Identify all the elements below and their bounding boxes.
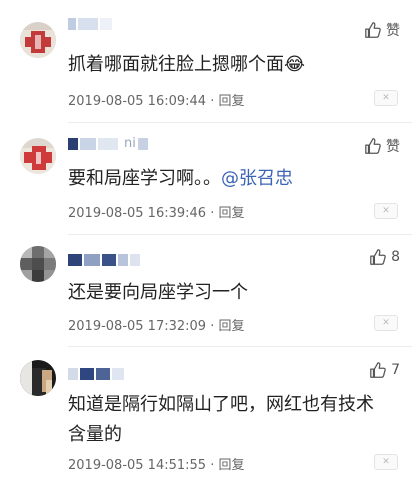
avatar-red-cross-icon <box>20 138 56 174</box>
username-blurred[interactable]: ni <box>68 137 148 150</box>
thumbs-up-icon <box>370 249 386 265</box>
dismiss-button[interactable]: ✕ <box>374 454 398 470</box>
like-button[interactable]: 8 <box>369 248 400 266</box>
comment-text: 要和局座学习啊。。@张召忠 <box>68 168 293 189</box>
like-count: 8 <box>391 249 400 265</box>
thumbs-up-icon <box>370 362 386 378</box>
user-avatar[interactable] <box>20 22 56 58</box>
reply-button[interactable]: 回复 <box>218 206 244 221</box>
user-avatar[interactable] <box>20 246 56 282</box>
username-blurred[interactable] <box>68 368 124 380</box>
like-button[interactable]: 赞 <box>364 20 400 40</box>
timestamp: 2019-08-05 16:39:46 <box>68 206 207 221</box>
comment-text: 知道是隔行如隔山了吧，网红也有技术 含量的 <box>68 394 374 445</box>
timestamp: 2019-08-05 16:09:44 <box>68 94 207 109</box>
username-blurred[interactable] <box>68 18 112 30</box>
dismiss-button[interactable]: ✕ <box>374 203 398 219</box>
laughing-crying-emoji-icon: 😂 <box>284 54 306 75</box>
divider <box>68 122 412 123</box>
dismiss-button[interactable]: ✕ <box>374 315 398 331</box>
reply-button[interactable]: 回复 <box>218 94 244 109</box>
like-button[interactable]: 7 <box>369 361 400 379</box>
divider <box>68 346 412 347</box>
username-blurred[interactable] <box>68 254 140 266</box>
comment-text: 抓着哪面就往脸上摁哪个面😂 <box>68 54 306 75</box>
avatar-red-cross-icon <box>20 22 56 58</box>
like-button[interactable]: 赞 <box>364 136 400 156</box>
user-avatar[interactable] <box>20 138 56 174</box>
thumbs-up-icon <box>365 22 381 38</box>
avatar-gray-mosaic-icon <box>20 246 56 282</box>
divider <box>68 234 412 235</box>
close-icon: ✕ <box>382 318 390 328</box>
comment-meta: 2019-08-05 17:32:09 · 回复 <box>68 319 245 334</box>
close-icon: ✕ <box>382 457 390 467</box>
thumbs-up-icon <box>365 138 381 154</box>
close-icon: ✕ <box>382 206 390 216</box>
comment-meta: 2019-08-05 16:39:46 · 回复 <box>68 206 245 221</box>
comment-list: 赞 抓着哪面就往脸上摁哪个面😂 2019-08-05 16:09:44 · 回复… <box>0 0 412 485</box>
avatar-dark-figure-icon <box>20 360 56 396</box>
dismiss-button[interactable]: ✕ <box>374 90 398 106</box>
like-count: 7 <box>391 362 400 378</box>
timestamp: 2019-08-05 17:32:09 <box>68 319 207 334</box>
comment-text: 还是要向局座学习一个 <box>68 282 248 303</box>
mention-link[interactable]: @张召忠 <box>221 168 293 189</box>
comment-meta: 2019-08-05 14:51:55 · 回复 <box>68 458 245 473</box>
like-label: 赞 <box>386 139 400 155</box>
reply-button[interactable]: 回复 <box>218 319 244 334</box>
like-label: 赞 <box>386 23 400 39</box>
timestamp: 2019-08-05 14:51:55 <box>68 458 207 473</box>
comment-meta: 2019-08-05 16:09:44 · 回复 <box>68 94 245 109</box>
user-avatar[interactable] <box>20 360 56 396</box>
close-icon: ✕ <box>382 93 390 103</box>
reply-button[interactable]: 回复 <box>218 458 244 473</box>
